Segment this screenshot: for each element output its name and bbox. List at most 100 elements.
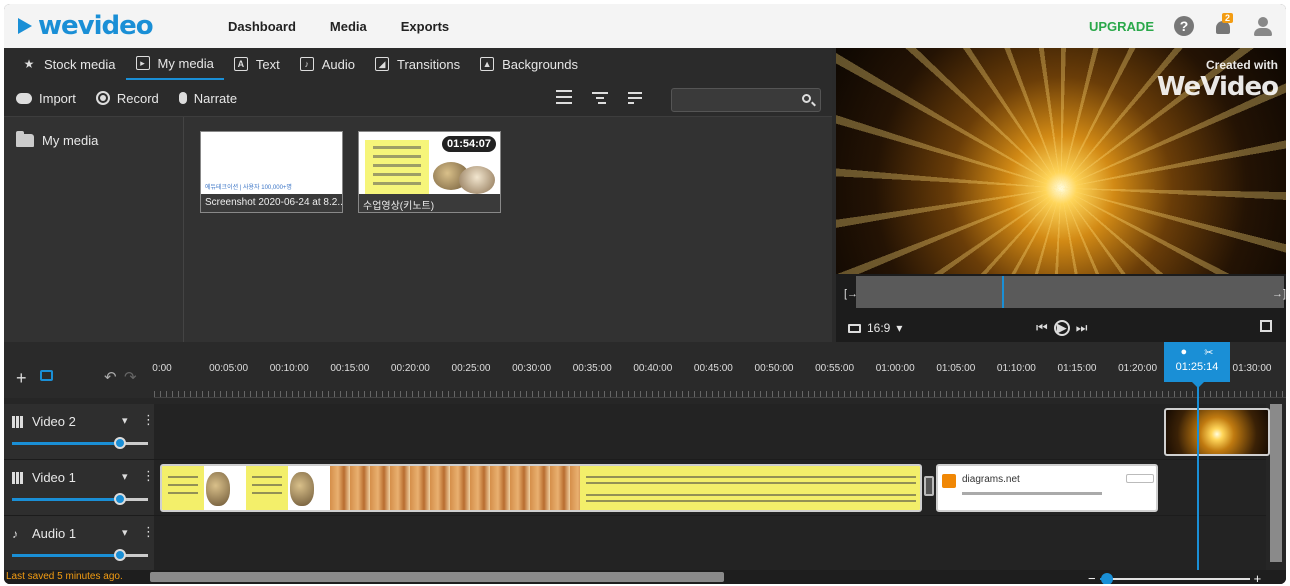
volume-slider[interactable] xyxy=(12,493,148,505)
search-input[interactable] xyxy=(671,88,821,112)
media-item-name: Screenshot 2020-06-24 at 8.2... xyxy=(201,194,342,212)
skip-back-icon[interactable]: ⏮ xyxy=(1036,320,1048,336)
clip-diagrams-net[interactable]: diagrams.net xyxy=(936,464,1158,512)
clip-button-graphic xyxy=(1126,474,1154,483)
marker-icon[interactable]: ● xyxy=(1181,346,1188,359)
ruler-tick-label: 01:30:00 xyxy=(1232,363,1272,374)
volume-knob[interactable] xyxy=(114,437,126,449)
preview-video[interactable]: Created with WeVideo xyxy=(836,48,1286,274)
zoom-out-icon[interactable]: − xyxy=(1088,571,1096,584)
playhead-handle[interactable]: ● ✂ 01:25:14 xyxy=(1164,342,1230,382)
playhead-time: 01:25:14 xyxy=(1175,361,1219,373)
ruler-tick-label: 00:55:00 xyxy=(815,363,855,374)
notifications-button[interactable]: 2 xyxy=(1214,13,1234,37)
track-name: Video 2 xyxy=(12,414,76,429)
clip-keynote-lecture[interactable] xyxy=(160,464,922,512)
ruler-minor-ticks xyxy=(154,391,1286,397)
redo-icon[interactable]: ↷ xyxy=(124,368,137,386)
preview-controls: 16:9 ▾ ⏮ ▶ ⏭ xyxy=(836,314,1286,342)
track-lane-video-1[interactable]: diagrams.net xyxy=(154,460,1266,516)
undo-icon[interactable]: ↶ xyxy=(104,368,117,386)
wevideo-watermark: Created with WeVideo xyxy=(1157,58,1279,102)
wevideo-logo[interactable]: wevideo xyxy=(18,11,198,41)
search-icon[interactable] xyxy=(802,94,811,103)
tab-text[interactable]: A Text xyxy=(224,48,290,80)
tab-audio[interactable]: ♪ Audio xyxy=(290,48,365,80)
list-view-icon[interactable] xyxy=(556,90,572,104)
track-lane-video-2[interactable] xyxy=(154,404,1270,460)
chevron-down-icon[interactable]: ▾ xyxy=(122,414,128,427)
food-image xyxy=(459,166,495,194)
clip-text-line xyxy=(962,492,1102,495)
volume-slider[interactable] xyxy=(12,437,148,449)
media-actions: Import Record Narrate xyxy=(4,80,832,116)
ruler-tick-label: 00:10:00 xyxy=(269,363,309,374)
ruler-tick-label: 0:00 xyxy=(152,363,172,374)
record-label: Record xyxy=(116,90,159,106)
ruler-tick-label: 01:10:00 xyxy=(996,363,1036,374)
ruler-tick-label: 00:20:00 xyxy=(390,363,430,374)
diagrams-logo-icon xyxy=(942,474,956,488)
ruler-tick-label: 00:15:00 xyxy=(330,363,370,374)
timeline-ruler[interactable]: 0:00 00:05:00 00:10:00 00:15:00 00:20:00 00:2… xyxy=(152,342,1286,398)
filter-icon[interactable] xyxy=(592,90,608,104)
sort-icon[interactable] xyxy=(628,90,644,104)
volume-slider[interactable] xyxy=(12,549,148,561)
view-tools xyxy=(556,90,644,104)
tab-transitions[interactable]: ◢ Transitions xyxy=(365,48,470,80)
watermark-caption: Created with xyxy=(1205,58,1278,72)
chevron-down-icon[interactable]: ▾ xyxy=(122,470,128,483)
help-icon[interactable]: ? xyxy=(1174,16,1194,36)
music-icon: ♪ xyxy=(299,57,314,71)
clip-light-rays[interactable] xyxy=(1164,408,1270,456)
top-right-group: UPGRADE ? 2 xyxy=(1089,13,1272,37)
skip-forward-icon[interactable]: ⏭ xyxy=(1076,320,1088,336)
tab-label: Backgrounds xyxy=(502,56,578,72)
scrubber-marker[interactable] xyxy=(1002,276,1004,308)
narrate-button[interactable]: Narrate xyxy=(178,91,237,106)
nav-media[interactable]: Media xyxy=(330,19,367,34)
track-lane-audio-1[interactable] xyxy=(154,516,1266,572)
record-button[interactable]: Record xyxy=(95,90,159,106)
track-header-audio-1: ♪ Audio 1 ▾ ⋮ xyxy=(4,516,155,572)
nav-dashboard[interactable]: Dashboard xyxy=(228,19,296,34)
user-icon[interactable] xyxy=(1254,16,1272,36)
scissors-icon[interactable]: ✂ xyxy=(1204,346,1213,359)
play-icon[interactable]: ▶ xyxy=(1053,320,1070,336)
preview-scrubber[interactable] xyxy=(856,276,1284,308)
star-icon: ★ xyxy=(23,57,35,71)
timeline-vertical-scrollbar[interactable] xyxy=(1270,404,1282,562)
folder-my-media[interactable]: My media xyxy=(16,131,183,148)
volume-knob[interactable] xyxy=(114,549,126,561)
top-bar: wevideo Dashboard Media Exports UPGRADE … xyxy=(4,4,1286,48)
transition-marker[interactable] xyxy=(924,476,934,496)
chevron-down-icon[interactable]: ▾ xyxy=(122,526,128,539)
tab-my-media[interactable]: ▸ My media xyxy=(125,48,224,80)
thumbnail-text: 에듀테크이션 | 사용자 100,000+명 xyxy=(205,185,292,191)
track-header-video-1: Video 1 ▾ ⋮ xyxy=(4,460,155,516)
ruler-tick-label: 01:20:00 xyxy=(1118,363,1158,374)
tab-stock-media[interactable]: ★ Stock media xyxy=(12,48,126,80)
import-button[interactable]: Import xyxy=(16,91,76,106)
fullscreen-icon[interactable] xyxy=(1260,320,1272,332)
zoom-control: − + xyxy=(1088,571,1261,584)
zoom-slider[interactable] xyxy=(1099,572,1250,584)
microphone-icon xyxy=(178,92,187,104)
add-track-icon[interactable]: + xyxy=(16,368,27,389)
zoom-knob[interactable] xyxy=(1101,572,1114,584)
track-name: ♪ Audio 1 xyxy=(12,526,76,541)
volume-knob[interactable] xyxy=(114,493,126,505)
track-icon[interactable] xyxy=(40,370,53,381)
tab-backgrounds[interactable]: ▲ Backgrounds xyxy=(470,48,588,80)
media-item-keynote[interactable]: 01:54:07 수업영상(키노트) xyxy=(358,131,501,213)
zoom-in-icon[interactable]: + xyxy=(1254,571,1262,584)
timeline-horizontal-scrollbar[interactable] xyxy=(150,572,724,582)
nav-exports[interactable]: Exports xyxy=(401,19,449,34)
aspect-ratio-dropdown[interactable]: 16:9 ▾ xyxy=(848,321,902,335)
media-item-screenshot[interactable]: 에듀테크이션 | 사용자 100,000+명 Screenshot 2020-0… xyxy=(200,131,343,213)
set-out-point-icon[interactable]: →] xyxy=(1272,288,1286,300)
timeline-tools: + ↶ ↷ xyxy=(4,342,154,398)
upgrade-button[interactable]: UPGRADE xyxy=(1089,19,1154,34)
transition-icon: ◢ xyxy=(375,57,389,71)
ruler-tick-label: 01:05:00 xyxy=(936,363,976,374)
